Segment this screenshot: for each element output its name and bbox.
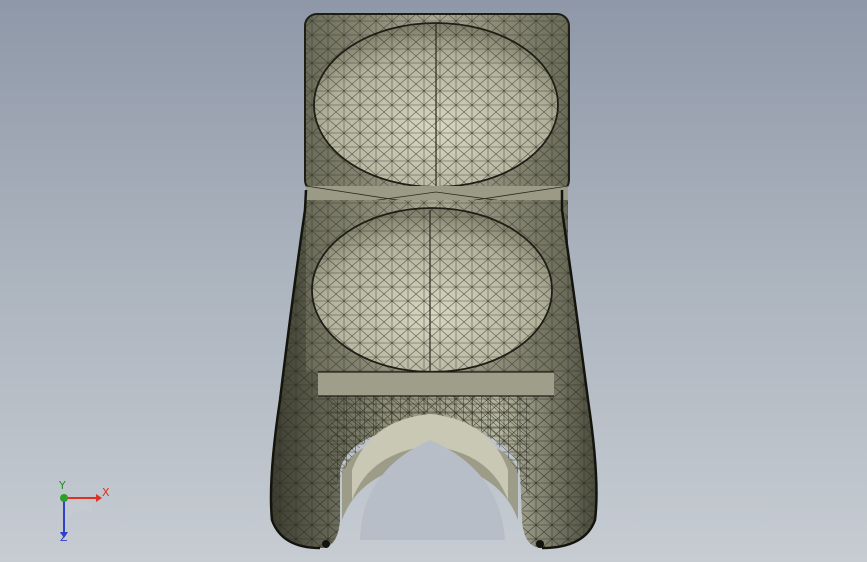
y-axis-label: Y [59,479,66,492]
x-axis-label: X [102,486,110,499]
mesh-model[interactable] [0,0,867,562]
z-axis-label: Z [60,531,68,544]
axis-triad: X Y Z [48,479,118,552]
bottom-plate [318,372,554,396]
graphics-viewport[interactable]: X Y Z [0,0,867,562]
